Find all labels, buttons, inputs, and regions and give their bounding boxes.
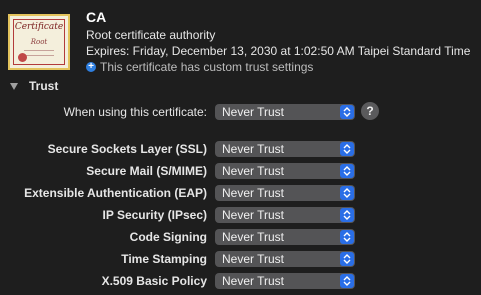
- trust-row-label-code-signing: Code Signing: [129, 230, 207, 244]
- trust-row-label-time-stamping: Time Stamping: [121, 252, 207, 266]
- trust-popup-x509[interactable]: Never Trust: [215, 273, 355, 289]
- certificate-name: CA: [86, 9, 107, 25]
- custom-trust-note: + This certificate has custom trust sett…: [86, 60, 313, 74]
- trust-popup-ipsec[interactable]: Never Trust: [215, 207, 355, 223]
- help-button[interactable]: ?: [361, 102, 379, 120]
- trust-value-code-signing: Never Trust: [222, 230, 285, 244]
- trust-popup-ssl[interactable]: Never Trust: [215, 141, 355, 157]
- chevron-updown-icon: [340, 252, 354, 266]
- trust-value-time-stamping: Never Trust: [222, 252, 285, 266]
- trust-section-title: Trust: [29, 79, 59, 93]
- trust-popup-time-stamping[interactable]: Never Trust: [215, 251, 355, 267]
- certificate-icon: Certificate Root: [8, 14, 70, 70]
- trust-value-smime: Never Trust: [222, 164, 285, 178]
- trust-section-toggle[interactable]: Trust: [10, 79, 58, 93]
- trust-row-label-x509: X.509 Basic Policy: [101, 274, 207, 288]
- trust-row-label-ssl: Secure Sockets Layer (SSL): [47, 142, 207, 156]
- chevron-updown-icon: [340, 105, 354, 119]
- trust-popup-eap[interactable]: Never Trust: [215, 185, 355, 201]
- trust-row-label-smime: Secure Mail (S/MIME): [86, 164, 207, 178]
- when-using-label: When using this certificate:: [63, 105, 207, 119]
- trust-value-ipsec: Never Trust: [222, 208, 285, 222]
- trust-row-label-ipsec: IP Security (IPsec): [102, 208, 208, 222]
- chevron-updown-icon: [340, 208, 354, 222]
- seal-icon: [18, 53, 27, 62]
- chevron-updown-icon: [340, 186, 354, 200]
- chevron-updown-icon: [340, 230, 354, 244]
- disclosure-triangle-icon[interactable]: [10, 82, 18, 90]
- trust-value-eap: Never Trust: [222, 186, 285, 200]
- certificate-image-text: Certificate: [14, 22, 64, 32]
- trust-popup-smime[interactable]: Never Trust: [215, 163, 355, 179]
- custom-trust-text: This certificate has custom trust settin…: [100, 60, 314, 74]
- trust-value-x509: Never Trust: [222, 274, 285, 288]
- chevron-updown-icon: [340, 164, 354, 178]
- certificate-expiry: Expires: Friday, December 13, 2030 at 1:…: [86, 44, 471, 58]
- when-using-popup[interactable]: Never Trust: [215, 104, 355, 120]
- chevron-updown-icon: [340, 142, 354, 156]
- trust-value-ssl: Never Trust: [222, 142, 285, 156]
- plus-circle-icon: +: [86, 62, 96, 72]
- certificate-image-subtext: Root: [30, 38, 48, 46]
- certificate-kind: Root certificate authority: [86, 28, 216, 42]
- chevron-updown-icon: [340, 274, 354, 288]
- when-using-value: Never Trust: [222, 105, 285, 119]
- trust-popup-code-signing[interactable]: Never Trust: [215, 229, 355, 245]
- trust-row-label-eap: Extensible Authentication (EAP): [24, 186, 207, 200]
- certificate-trust-panel: Certificate Root CA Root certificate aut…: [0, 0, 481, 295]
